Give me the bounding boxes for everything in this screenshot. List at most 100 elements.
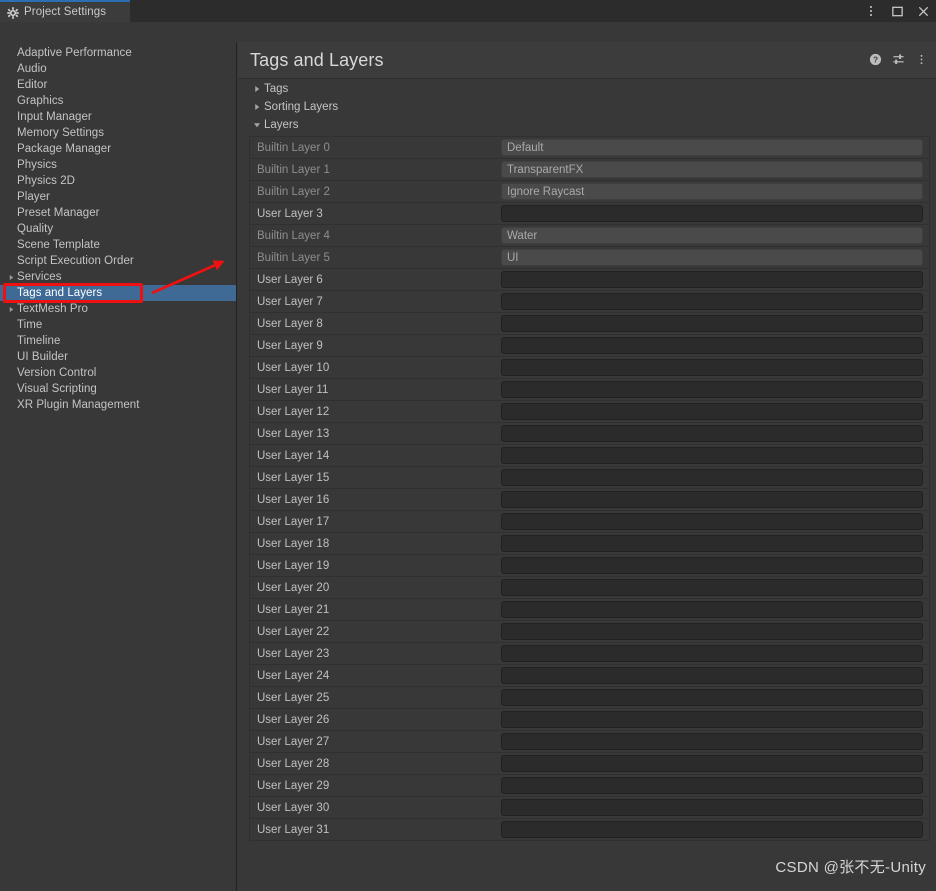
sidebar-item-physics-2d[interactable]: Physics 2D: [0, 173, 236, 189]
layer-name-field-user-layer-15[interactable]: [501, 469, 923, 486]
layer-name-field-user-layer-17[interactable]: [501, 513, 923, 530]
foldout-layers[interactable]: Layers: [238, 116, 936, 134]
layer-row: Builtin Layer 0 Default: [250, 136, 929, 158]
layer-label-builtin-layer-2: Builtin Layer 2: [257, 185, 330, 198]
layer-label-user-layer-7: User Layer 7: [257, 295, 323, 308]
layer-name-field-user-layer-14[interactable]: [501, 447, 923, 464]
layer-row: User Layer 26: [250, 708, 929, 730]
foldout-tags[interactable]: Tags: [238, 80, 936, 98]
sidebar-item-graphics[interactable]: Graphics: [0, 93, 236, 109]
layer-label-user-layer-10: User Layer 10: [257, 361, 330, 374]
layer-name-field-user-layer-3[interactable]: [501, 205, 923, 222]
layer-row: User Layer 10: [250, 356, 929, 378]
sidebar-item-script-execution-order[interactable]: Script Execution Order: [0, 253, 236, 269]
layer-name-field-user-layer-25[interactable]: [501, 689, 923, 706]
layer-name-field-user-layer-22[interactable]: [501, 623, 923, 640]
sidebar-item-audio[interactable]: Audio: [0, 61, 236, 77]
layer-name-field-user-layer-20[interactable]: [501, 579, 923, 596]
sidebar-item-quality[interactable]: Quality: [0, 221, 236, 237]
gear-icon: [7, 6, 19, 19]
window-menu-button[interactable]: [858, 0, 884, 22]
layer-row: User Layer 13: [250, 422, 929, 444]
layer-row: User Layer 23: [250, 642, 929, 664]
sidebar-item-timeline[interactable]: Timeline: [0, 333, 236, 349]
sidebar-item-label: Time: [17, 319, 43, 331]
layer-row: User Layer 15: [250, 466, 929, 488]
layer-name-field-user-layer-18[interactable]: [501, 535, 923, 552]
layers-table: Builtin Layer 0 Default Builtin Layer 1 Tra…: [249, 136, 930, 841]
page-title: Tags and Layers: [250, 50, 384, 70]
layer-label-user-layer-27: User Layer 27: [257, 735, 330, 748]
layer-row: User Layer 12: [250, 400, 929, 422]
layer-label-user-layer-3: User Layer 3: [257, 207, 323, 220]
preset-sliders-icon[interactable]: [891, 52, 905, 66]
chevron-down-icon[interactable]: [251, 120, 262, 131]
sidebar-item-package-manager[interactable]: Package Manager: [0, 141, 236, 157]
layer-label-user-layer-26: User Layer 26: [257, 713, 330, 726]
sidebar-item-adaptive-performance[interactable]: Adaptive Performance: [0, 45, 236, 61]
sidebar-item-textmesh-pro[interactable]: TextMesh Pro: [0, 301, 236, 317]
sidebar-item-physics[interactable]: Physics: [0, 157, 236, 173]
layer-name-field-user-layer-24[interactable]: [501, 667, 923, 684]
layer-name-field-user-layer-9[interactable]: [501, 337, 923, 354]
layer-label-user-layer-29: User Layer 29: [257, 779, 330, 792]
window-maximize-button[interactable]: [884, 0, 910, 22]
layer-label-user-layer-24: User Layer 24: [257, 669, 330, 682]
sidebar-item-input-manager[interactable]: Input Manager: [0, 109, 236, 125]
layer-label-builtin-layer-1: Builtin Layer 1: [257, 163, 330, 176]
layer-row: User Layer 24: [250, 664, 929, 686]
chevron-right-icon[interactable]: [251, 102, 262, 113]
chevron-right-icon[interactable]: [6, 304, 16, 314]
foldout-sorting-layers[interactable]: Sorting Layers: [238, 98, 936, 116]
layer-name-field-user-layer-11[interactable]: [501, 381, 923, 398]
layer-label-user-layer-9: User Layer 9: [257, 339, 323, 352]
panel-menu-button[interactable]: [914, 52, 928, 66]
layer-row: User Layer 17: [250, 510, 929, 532]
help-icon[interactable]: ?: [868, 52, 882, 66]
layer-name-field-user-layer-6[interactable]: [501, 271, 923, 288]
layer-label-user-layer-31: User Layer 31: [257, 823, 330, 836]
layer-name-field-user-layer-27[interactable]: [501, 733, 923, 750]
layer-name-field-user-layer-26[interactable]: [501, 711, 923, 728]
layer-row: Builtin Layer 2 Ignore Raycast: [250, 180, 929, 202]
sidebar-item-ui-builder[interactable]: UI Builder: [0, 349, 236, 365]
sidebar-item-label: Physics: [17, 159, 57, 171]
layer-label-user-layer-19: User Layer 19: [257, 559, 330, 572]
layer-name-field-user-layer-16[interactable]: [501, 491, 923, 508]
sidebar-item-preset-manager[interactable]: Preset Manager: [0, 205, 236, 221]
sidebar-item-tags-and-layers[interactable]: Tags and Layers: [0, 285, 236, 301]
sidebar-item-xr-plugin-management[interactable]: XR Plugin Management: [0, 397, 236, 413]
sidebar-item-label: Audio: [17, 63, 47, 75]
sidebar-item-editor[interactable]: Editor: [0, 77, 236, 93]
layer-name-field-user-layer-19[interactable]: [501, 557, 923, 574]
layer-name-field-user-layer-28[interactable]: [501, 755, 923, 772]
layer-row: Builtin Layer 4 Water: [250, 224, 929, 246]
layer-name-field-user-layer-12[interactable]: [501, 403, 923, 420]
sidebar-item-player[interactable]: Player: [0, 189, 236, 205]
watermark-text: CSDN @张不无-Unity: [775, 859, 926, 876]
layer-name-field-user-layer-31[interactable]: [501, 821, 923, 838]
sidebar-item-visual-scripting[interactable]: Visual Scripting: [0, 381, 236, 397]
layer-name-field-user-layer-29[interactable]: [501, 777, 923, 794]
sidebar-item-label: Visual Scripting: [17, 383, 97, 395]
project-settings-window: Project Settings Adaptive Performance Au…: [0, 0, 936, 891]
sidebar-item-version-control[interactable]: Version Control: [0, 365, 236, 381]
layer-row: User Layer 22: [250, 620, 929, 642]
layer-name-field-user-layer-8[interactable]: [501, 315, 923, 332]
window-close-button[interactable]: [910, 0, 936, 22]
layer-name-field-user-layer-21[interactable]: [501, 601, 923, 618]
chevron-right-icon[interactable]: [251, 84, 262, 95]
layer-name-field-user-layer-7[interactable]: [501, 293, 923, 310]
sidebar-item-scene-template[interactable]: Scene Template: [0, 237, 236, 253]
sidebar-item-memory-settings[interactable]: Memory Settings: [0, 125, 236, 141]
chevron-right-icon[interactable]: [6, 272, 16, 282]
sidebar-item-services[interactable]: Services: [0, 269, 236, 285]
layer-name-field-user-layer-30[interactable]: [501, 799, 923, 816]
layer-name-field-builtin-layer-4: Water: [501, 227, 923, 244]
sidebar-item-label: Tags and Layers: [17, 287, 103, 299]
tab-project-settings[interactable]: Project Settings: [0, 0, 130, 22]
sidebar-item-time[interactable]: Time: [0, 317, 236, 333]
layer-name-field-user-layer-23[interactable]: [501, 645, 923, 662]
layer-name-field-user-layer-13[interactable]: [501, 425, 923, 442]
layer-name-field-user-layer-10[interactable]: [501, 359, 923, 376]
